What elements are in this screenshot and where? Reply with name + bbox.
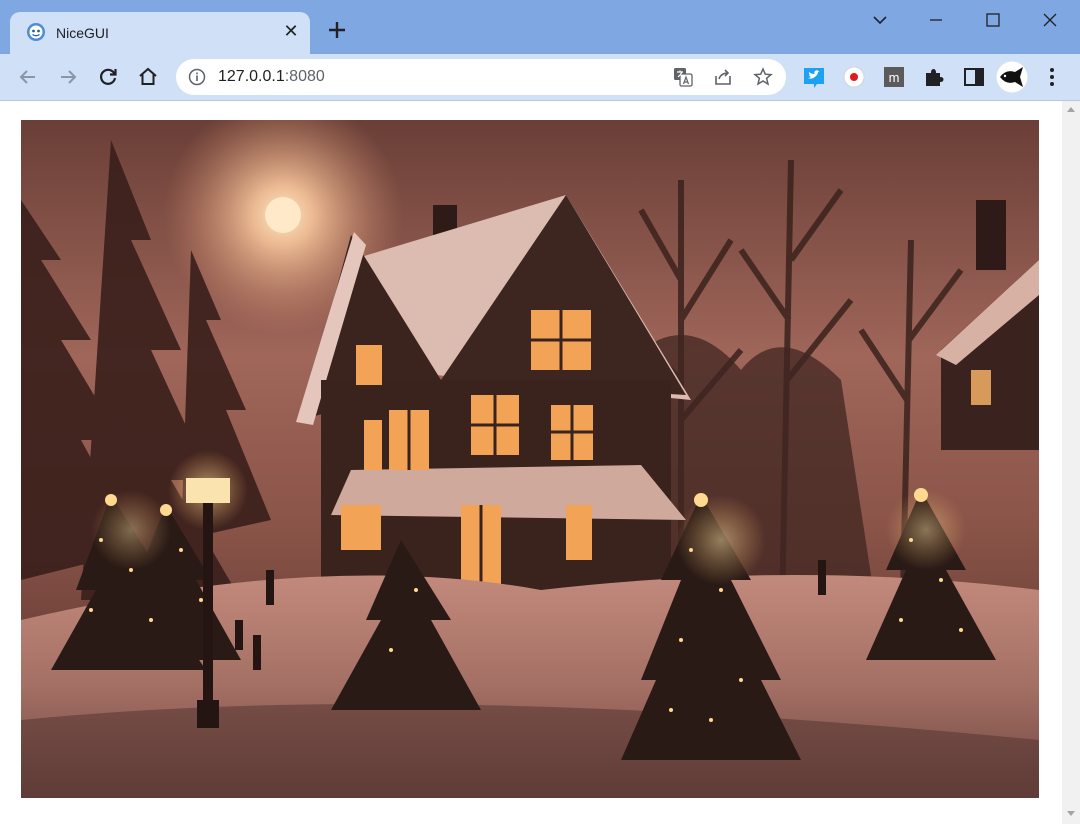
scroll-up-icon[interactable] (1066, 105, 1076, 113)
twitter-extension-icon[interactable] (802, 65, 826, 89)
tab-title: NiceGUI (56, 25, 109, 41)
title-bar: NiceGUI ✕ (0, 0, 1080, 54)
maximize-icon[interactable] (973, 8, 1013, 32)
forward-arrow-icon[interactable] (56, 65, 80, 89)
bookmark-star-icon[interactable] (753, 67, 773, 87)
side-panel-icon[interactable] (962, 65, 986, 89)
share-icon[interactable] (713, 67, 733, 87)
winter-scene-illustration (21, 120, 1039, 798)
winter-house-image (21, 120, 1039, 798)
close-window-icon[interactable] (1030, 8, 1070, 32)
address-bar[interactable]: 127.0.0.1:8080 (176, 59, 786, 95)
url-text: 127.0.0.1:8080 (218, 68, 325, 86)
translate-icon[interactable] (673, 67, 693, 87)
svg-text:m: m (889, 70, 900, 85)
vertical-scrollbar[interactable] (1062, 101, 1080, 824)
tab-search-chevron-icon[interactable] (860, 8, 900, 32)
puzzle-extensions-icon[interactable] (922, 65, 946, 89)
more-menu-icon[interactable] (1040, 65, 1064, 89)
nicegui-logo-icon (27, 23, 45, 41)
back-arrow-icon[interactable] (16, 65, 40, 89)
reload-icon[interactable] (96, 65, 120, 89)
red-dot-extension-icon[interactable] (842, 65, 866, 89)
browser-tab[interactable]: NiceGUI ✕ (10, 12, 310, 54)
fish-avatar-icon[interactable] (996, 61, 1028, 93)
m-extension-icon[interactable]: m (882, 65, 906, 89)
close-tab-icon[interactable]: ✕ (280, 20, 302, 42)
site-info-icon[interactable] (188, 68, 206, 86)
url-host: 127.0.0.1 (218, 68, 285, 85)
browser-toolbar: 127.0.0.1:8080 m (0, 54, 1080, 101)
scroll-down-icon[interactable] (1066, 810, 1076, 818)
home-icon[interactable] (136, 65, 160, 89)
url-port: :8080 (284, 68, 325, 85)
new-tab-icon[interactable] (326, 19, 348, 41)
minimize-icon[interactable] (916, 8, 956, 32)
